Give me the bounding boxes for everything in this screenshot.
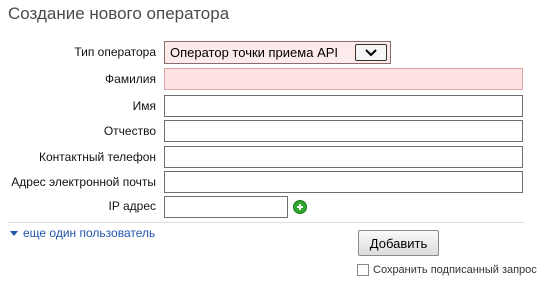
add-another-user-label: еще один пользователь <box>23 226 156 240</box>
add-another-user-link[interactable]: еще один пользователь <box>10 226 155 240</box>
add-ip-icon[interactable] <box>293 200 307 214</box>
phone-field[interactable] <box>164 146 523 168</box>
operator-type-label: Тип оператора <box>74 45 156 59</box>
ip-label: IP адрес <box>108 199 156 213</box>
operator-type-select[interactable]: Оператор точки приема API <box>164 41 391 64</box>
operator-type-value: Оператор точки приема API <box>170 45 339 60</box>
middle-name-label: Отчество <box>103 124 156 138</box>
save-signed-request-checkbox[interactable] <box>357 264 369 276</box>
email-field[interactable] <box>164 171 523 193</box>
save-signed-request-row[interactable]: Сохранить подписанный запрос <box>357 264 537 276</box>
save-signed-request-label: Сохранить подписанный запрос <box>373 264 537 276</box>
phone-label: Контактный телефон <box>39 150 156 164</box>
divider <box>8 222 524 223</box>
last-name-label: Фамилия <box>105 72 156 86</box>
ip-field[interactable] <box>164 196 288 218</box>
first-name-label: Имя <box>132 99 156 113</box>
page-title: Создание нового оператора <box>8 4 230 23</box>
last-name-field[interactable] <box>164 68 523 90</box>
email-label: Адрес электронной почты <box>11 175 156 189</box>
add-button[interactable]: Добавить <box>358 230 439 256</box>
triangle-down-icon <box>10 230 18 236</box>
middle-name-field[interactable] <box>164 120 523 142</box>
first-name-field[interactable] <box>164 95 523 117</box>
chevron-down-icon[interactable] <box>355 44 387 61</box>
